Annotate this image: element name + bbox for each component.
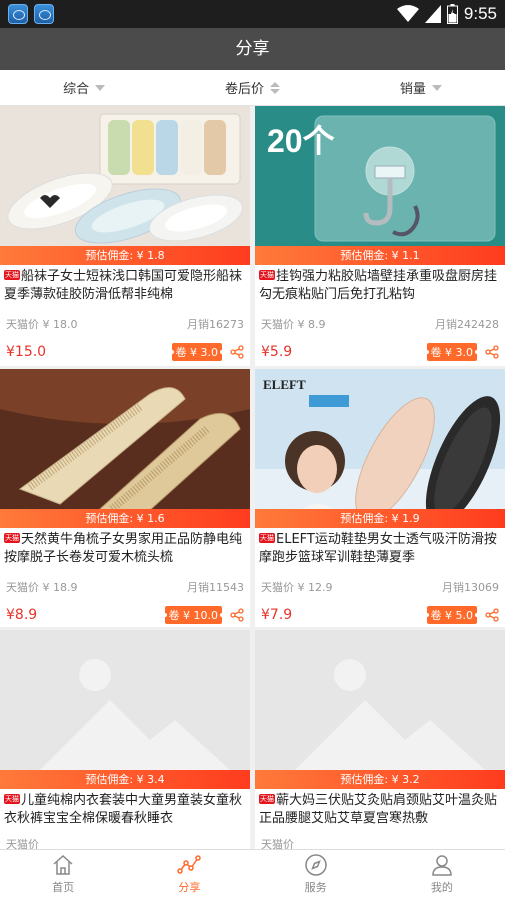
- final-price: ¥7.9: [261, 607, 293, 623]
- monthly-sales: 月销11543: [187, 581, 244, 594]
- image-placeholder: [255, 630, 505, 770]
- sort-label: 综合: [63, 82, 90, 97]
- app-notification-icon: [8, 4, 28, 24]
- brand-logo-text: ELEFT: [263, 377, 306, 392]
- commission-banner: 预估佣金: ¥ 3.2: [255, 770, 505, 789]
- monthly-sales: 月销242428: [435, 318, 499, 331]
- coupon-tag: 卷 ¥ 5.0: [424, 606, 479, 624]
- status-bar: 9:55: [0, 0, 505, 28]
- tmall-price: 天猫价: [6, 838, 39, 849]
- product-image-insole: ELEFT: [255, 369, 505, 509]
- monthly-sales: 月销13069: [442, 581, 499, 594]
- product-card[interactable]: ELEFT 预估佣金: ¥ 1.9 天猫 ELEFT运动鞋垫男女士透气吸汗防滑按摩…: [255, 369, 505, 627]
- home-icon: [53, 854, 73, 875]
- coupon-tag: 卷 ¥ 10.0: [162, 606, 225, 624]
- product-title: 天猫 船袜子女士短袜浅口韩国可爱隐形船袜夏季薄款硅胶防滑低帮非纯棉: [4, 269, 243, 302]
- share-icon[interactable]: [230, 345, 244, 359]
- tab-service[interactable]: 服务: [253, 850, 379, 898]
- page-title: 分享: [0, 28, 505, 70]
- status-time: 9:55: [463, 4, 497, 23]
- product-grid: 预估佣金: ¥ 1.8 天猫 船袜子女士短袜浅口韩国可爱隐形船袜夏季薄款硅胶防滑低…: [0, 106, 505, 849]
- bottom-tab-bar: 首页 分享 服务 我的: [0, 849, 505, 898]
- sort-comprehensive[interactable]: 综合: [0, 70, 168, 105]
- sort-updown-icon: [270, 81, 280, 94]
- app-notification-icon: [34, 4, 54, 24]
- signal-icon: [424, 5, 441, 23]
- wifi-icon: [396, 5, 419, 22]
- tab-share[interactable]: 分享: [126, 850, 252, 898]
- tmall-badge: 天猫: [4, 794, 20, 804]
- tmall-price: 天猫价 ¥ 18.0: [6, 318, 78, 331]
- commission-banner: 预估佣金: ¥ 1.9: [255, 509, 505, 528]
- tmall-badge: 天猫: [259, 533, 275, 543]
- final-price: ¥8.9: [6, 607, 38, 623]
- tmall-price: 天猫价 ¥ 18.9: [6, 581, 78, 594]
- final-price: ¥5.9: [261, 344, 293, 360]
- monthly-sales: 月销16273: [187, 318, 244, 331]
- coupon-tag: 卷 ¥ 3.0: [169, 343, 224, 361]
- share-icon[interactable]: [230, 608, 244, 622]
- product-title: 天猫 蕲大妈三伏贴艾灸贴肩颈贴艾叶温灸贴正品腰腿艾贴艾草夏宫寒热敷: [259, 793, 498, 826]
- hook-count-text: 20个: [267, 123, 335, 159]
- product-title: 天猫 ELEFT运动鞋垫男女士透气吸汗防滑按摩跑步篮球军训鞋垫薄夏季: [259, 532, 497, 565]
- tmall-price: 天猫价: [261, 838, 294, 849]
- product-title: 天猫 儿童纯棉内衣套装中大童男童装女童秋衣秋裤宝宝全棉保暖春秋睡衣: [4, 793, 243, 826]
- tmall-badge: 天猫: [259, 270, 275, 280]
- tmall-badge: 天猫: [259, 794, 275, 804]
- user-icon: [432, 855, 452, 876]
- product-card[interactable]: 预估佣金: ¥ 3.4 天猫 儿童纯棉内衣套装中大童男童装女童秋衣秋裤宝宝全棉保暖…: [0, 630, 250, 849]
- final-price: ¥15.0: [6, 344, 47, 360]
- product-image-hook: 20个: [255, 106, 505, 246]
- sort-sales[interactable]: 销量: [337, 70, 505, 105]
- product-title: 天猫 天然黄牛角梳子女男家用正品防静电纯按摩脱子长卷发可爱木梳头梳: [4, 532, 243, 565]
- sort-after-coupon-price[interactable]: 卷后价: [168, 70, 336, 105]
- share-icon[interactable]: [485, 608, 499, 622]
- triangle-down-icon: [95, 84, 106, 91]
- compass-icon: [304, 854, 327, 876]
- share-icon[interactable]: [485, 345, 499, 359]
- product-image-socks: [0, 106, 250, 246]
- product-card[interactable]: 预估佣金: ¥ 1.6 天猫 天然黄牛角梳子女男家用正品防静电纯按摩脱子长卷发可爱…: [0, 369, 250, 627]
- sort-label: 销量: [399, 82, 426, 97]
- product-card[interactable]: 预估佣金: ¥ 1.8 天猫 船袜子女士短袜浅口韩国可爱隐形船袜夏季薄款硅胶防滑低…: [0, 106, 250, 366]
- product-card[interactable]: 20个 预估佣金: ¥ 1.1 天猫 挂钩强力粘胶贴墙壁挂承重吸盘厨房挂勾无痕粘贴…: [255, 106, 505, 366]
- tmall-badge: 天猫: [4, 270, 20, 280]
- tmall-price: 天猫价 ¥ 12.9: [261, 581, 333, 594]
- commission-banner: 预估佣金: ¥ 1.8: [0, 246, 250, 265]
- commission-banner: 预估佣金: ¥ 1.1: [255, 246, 505, 265]
- commission-banner: 预估佣金: ¥ 1.6: [0, 509, 250, 528]
- share-chart-icon: [177, 855, 202, 874]
- tab-home[interactable]: 首页: [0, 850, 126, 898]
- product-title: 天猫 挂钩强力粘胶贴墙壁挂承重吸盘厨房挂勾无痕粘贴门后免打孔粘钩: [259, 269, 498, 302]
- triangle-down-icon: [431, 84, 442, 91]
- tab-mine[interactable]: 我的: [379, 850, 505, 898]
- sort-bar: 综合 卷后价 销量: [0, 70, 505, 106]
- product-card[interactable]: 预估佣金: ¥ 3.2 天猫 蕲大妈三伏贴艾灸贴肩颈贴艾叶温灸贴正品腰腿艾贴艾草夏…: [255, 630, 505, 849]
- commission-banner: 预估佣金: ¥ 3.4: [0, 770, 250, 789]
- sort-label: 卷后价: [224, 82, 264, 97]
- coupon-tag: 卷 ¥ 3.0: [424, 343, 479, 361]
- tmall-price: 天猫价 ¥ 8.9: [261, 318, 326, 331]
- product-image-comb: [0, 369, 250, 509]
- battery-icon: [446, 4, 458, 24]
- image-placeholder: [0, 630, 250, 770]
- tmall-badge: 天猫: [4, 533, 20, 543]
